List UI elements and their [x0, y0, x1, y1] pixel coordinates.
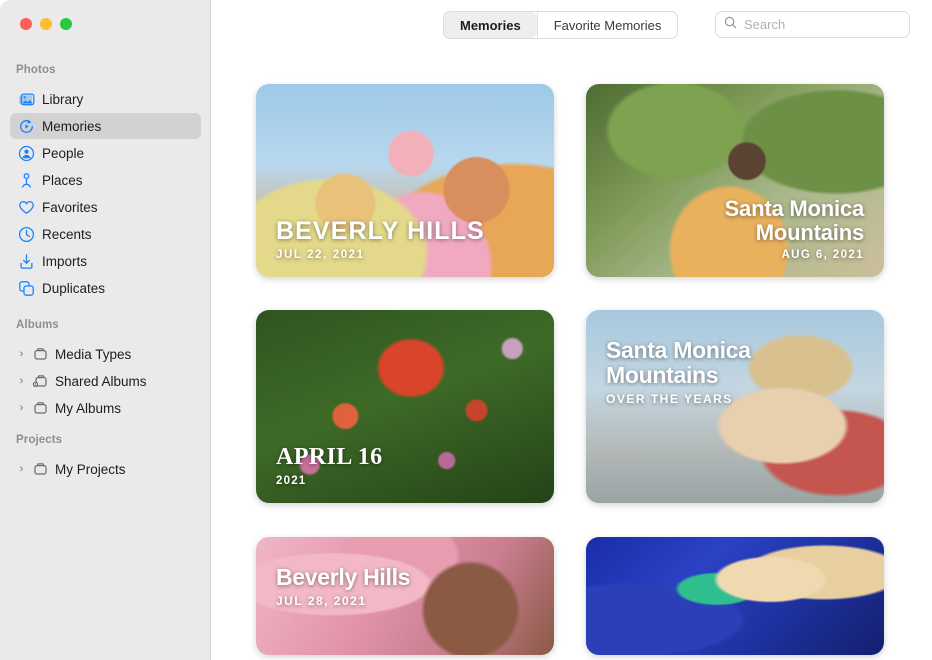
- sidebar-item-label: Duplicates: [42, 280, 106, 296]
- person-circle-icon: [18, 145, 35, 162]
- sidebar-item-favorites[interactable]: Favorites: [10, 194, 201, 220]
- memory-thumbnail: [586, 536, 884, 655]
- memories-icon: [18, 118, 35, 135]
- sidebar-section-title-projects: Projects: [16, 434, 63, 446]
- chevron-right-icon[interactable]: ›: [16, 348, 27, 360]
- sidebar-section-title-photos: Photos: [16, 64, 56, 76]
- memories-grid: BEVERLY HILLS JUL 22, 2021 Santa Monica …: [212, 50, 932, 660]
- sidebar-item-duplicates[interactable]: Duplicates: [10, 275, 201, 301]
- photo-stack-icon: [18, 91, 35, 108]
- memory-subtitle: 2021: [276, 475, 307, 488]
- sidebar-item-imports[interactable]: Imports: [10, 248, 201, 274]
- sidebar-item-label: Media Types: [55, 346, 132, 362]
- sidebar-list-albums: › Media Types › Shared Albums › My Album…: [0, 340, 211, 422]
- memory-title-line1: Santa Monica: [724, 196, 865, 222]
- sidebar-item-media-types[interactable]: › Media Types: [10, 341, 201, 367]
- chevron-right-icon[interactable]: ›: [16, 375, 27, 387]
- memory-title-line2: Mountains: [755, 219, 864, 245]
- sidebar-item-people[interactable]: People: [10, 140, 201, 166]
- sidebar-item-label: Imports: [42, 253, 88, 269]
- search-placeholder: Search: [744, 17, 786, 32]
- duplicates-icon: [18, 280, 35, 297]
- heart-icon: [18, 199, 35, 216]
- toolbar: Memories Favorite Memories Search: [212, 0, 932, 50]
- memory-card[interactable]: BEVERLY HILLS JUL 22, 2021: [256, 84, 554, 277]
- memory-card[interactable]: Santa Monica Mountains OVER THE YEARS: [586, 310, 884, 504]
- memory-caption: APRIL 16 2021: [256, 443, 554, 503]
- sidebar-item-label: Favorites: [42, 199, 98, 215]
- search-field[interactable]: Search: [715, 11, 910, 38]
- memory-caption: Santa Monica Mountains OVER THE YEARS: [586, 338, 884, 406]
- sidebar-item-shared-albums[interactable]: › Shared Albums: [10, 368, 201, 394]
- memory-title-line1: Santa Monica: [606, 337, 751, 364]
- minimize-button[interactable]: [40, 18, 52, 30]
- album-icon: [32, 461, 49, 478]
- memory-subtitle: OVER THE YEARS: [606, 392, 733, 407]
- memory-title: APRIL 16: [276, 443, 383, 470]
- sidebar-section-title-albums: Albums: [16, 319, 59, 331]
- search-icon: [724, 16, 737, 34]
- chevron-right-icon[interactable]: ›: [16, 463, 27, 475]
- shared-album-icon: [32, 373, 49, 390]
- sidebar-item-library[interactable]: Library: [10, 86, 201, 112]
- memory-title-line2: Mountains: [606, 361, 719, 388]
- sidebar-item-recents[interactable]: Recents: [10, 221, 201, 247]
- memory-title: BEVERLY HILLS: [276, 216, 485, 245]
- memory-caption: Beverly Hills JUL 28, 2021: [256, 563, 554, 609]
- album-icon: [32, 346, 49, 363]
- sidebar-item-places[interactable]: Places: [10, 167, 201, 193]
- photos-window: Photos Library Memories People Places Fa…: [0, 0, 932, 660]
- memory-title: Beverly Hills: [276, 563, 411, 590]
- memory-card[interactable]: Beverly Hills JUL 28, 2021: [256, 536, 554, 655]
- memory-caption: Santa Monica Mountains AUG 6, 2021: [586, 197, 884, 277]
- memory-card[interactable]: APRIL 16 2021: [256, 310, 554, 504]
- sidebar-item-label: People: [42, 145, 85, 161]
- sidebar-item-label: Recents: [42, 226, 92, 242]
- sidebar-item-label: Shared Albums: [55, 373, 147, 389]
- memory-subtitle: JUL 22, 2021: [276, 249, 365, 261]
- album-icon: [32, 400, 49, 417]
- memory-card[interactable]: [586, 536, 884, 655]
- sidebar-item-my-albums[interactable]: › My Albums: [10, 395, 201, 421]
- sidebar-list-photos: Library Memories People Places Favorites…: [0, 85, 211, 302]
- sidebar-item-label: Library: [42, 91, 84, 107]
- content-area: Memories Favorite Memories Search BEVERL…: [212, 0, 932, 660]
- memory-caption: BEVERLY HILLS JUL 22, 2021: [256, 216, 554, 278]
- sidebar-item-label: Memories: [42, 118, 102, 134]
- memory-subtitle: JUL 28, 2021: [276, 594, 367, 609]
- window-controls: [20, 18, 72, 30]
- sidebar-item-my-projects[interactable]: › My Projects: [10, 456, 201, 482]
- close-button[interactable]: [20, 18, 32, 30]
- view-mode-tabs: Memories Favorite Memories: [443, 11, 679, 39]
- memory-subtitle: AUG 6, 2021: [781, 249, 864, 261]
- memory-card[interactable]: Santa Monica Mountains AUG 6, 2021: [586, 84, 884, 277]
- chevron-right-icon[interactable]: ›: [16, 402, 27, 414]
- sidebar-item-label: My Albums: [55, 400, 122, 416]
- sidebar: Photos Library Memories People Places Fa…: [0, 0, 211, 660]
- maximize-button[interactable]: [60, 18, 72, 30]
- sidebar-item-label: Places: [42, 172, 83, 188]
- sidebar-list-projects: › My Projects: [0, 455, 211, 483]
- import-icon: [18, 253, 35, 270]
- tab-favorite-memories[interactable]: Favorite Memories: [536, 12, 678, 38]
- tab-memories[interactable]: Memories: [444, 12, 537, 38]
- sidebar-item-memories[interactable]: Memories: [10, 113, 201, 139]
- clock-icon: [18, 226, 35, 243]
- map-pin-icon: [18, 172, 35, 189]
- sidebar-item-label: My Projects: [55, 461, 126, 477]
